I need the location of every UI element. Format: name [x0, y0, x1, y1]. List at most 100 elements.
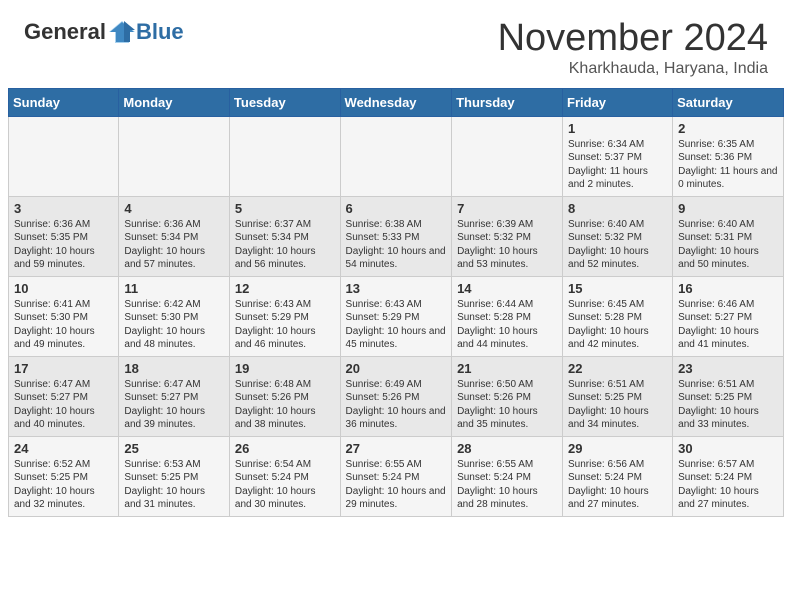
day-number: 13 — [346, 281, 447, 296]
day-cell: 17 Sunrise: 6:47 AM Sunset: 5:27 PM Dayli… — [9, 356, 119, 436]
header: General Blue November 2024 Kharkhauda, H… — [0, 0, 792, 88]
day-info: Sunrise: 6:50 AM Sunset: 5:26 PM Dayligh… — [457, 378, 557, 432]
day-cell: 27Sunrise: 6:55 AM Sunset: 5:24 PM Dayli… — [340, 436, 452, 516]
day-info: Sunrise: 6:44 AM Sunset: 5:28 PM Dayligh… — [457, 298, 557, 352]
day-info: Sunrise: 6:47 AM Sunset: 5:27 PM Dayligh… — [124, 378, 224, 432]
location-title: Kharkhauda, Haryana, India — [498, 60, 768, 78]
day-info: Sunrise: 6:51 AM Sunset: 5:25 PM Dayligh… — [678, 378, 778, 432]
day-info: Sunrise: 6:43 AM Sunset: 5:29 PM Dayligh… — [235, 298, 335, 352]
day-cell: 19 Sunrise: 6:48 AM Sunset: 5:26 PM Dayli… — [229, 356, 340, 436]
day-number: 19 — [235, 361, 335, 376]
day-number: 25 — [124, 441, 224, 456]
day-cell: 24 Sunrise: 6:52 AM Sunset: 5:25 PM Dayli… — [9, 436, 119, 516]
day-cell: 14 Sunrise: 6:44 AM Sunset: 5:28 PM Dayli… — [452, 276, 563, 356]
day-number: 10 — [14, 281, 113, 296]
col-header-monday: Monday — [119, 88, 230, 116]
day-info: Sunrise: 6:49 AM Sunset: 5:26 PM Dayligh… — [346, 378, 447, 432]
col-header-thursday: Thursday — [452, 88, 563, 116]
day-number: 7 — [457, 201, 557, 216]
day-number: 4 — [124, 201, 224, 216]
day-info: Sunrise: 6:53 AM Sunset: 5:25 PM Dayligh… — [124, 458, 224, 512]
calendar-table: SundayMondayTuesdayWednesdayThursdayFrid… — [8, 88, 784, 517]
day-info: Sunrise: 6:37 AM Sunset: 5:34 PM Dayligh… — [235, 218, 335, 272]
day-info: Sunrise: 6:41 AM Sunset: 5:30 PM Dayligh… — [14, 298, 113, 352]
day-number: 18 — [124, 361, 224, 376]
day-cell: 23 Sunrise: 6:51 AM Sunset: 5:25 PM Dayli… — [673, 356, 784, 436]
day-cell: 12 Sunrise: 6:43 AM Sunset: 5:29 PM Dayli… — [229, 276, 340, 356]
logo-blue: Blue — [136, 19, 184, 45]
day-cell: 21 Sunrise: 6:50 AM Sunset: 5:26 PM Dayli… — [452, 356, 563, 436]
day-info: Sunrise: 6:47 AM Sunset: 5:27 PM Dayligh… — [14, 378, 113, 432]
day-info: Sunrise: 6:56 AM Sunset: 5:24 PM Dayligh… — [568, 458, 667, 512]
week-row-4: 17 Sunrise: 6:47 AM Sunset: 5:27 PM Dayli… — [9, 356, 784, 436]
page: General Blue November 2024 Kharkhauda, H… — [0, 0, 792, 612]
title-block: November 2024 Kharkhauda, Haryana, India — [498, 18, 768, 78]
col-header-wednesday: Wednesday — [340, 88, 452, 116]
day-info: Sunrise: 6:54 AM Sunset: 5:24 PM Dayligh… — [235, 458, 335, 512]
day-number: 5 — [235, 201, 335, 216]
day-cell: 26 Sunrise: 6:54 AM Sunset: 5:24 PM Dayli… — [229, 436, 340, 516]
day-info: Sunrise: 6:57 AM Sunset: 5:24 PM Dayligh… — [678, 458, 778, 512]
day-info: Sunrise: 6:39 AM Sunset: 5:32 PM Dayligh… — [457, 218, 557, 272]
day-number: 9 — [678, 201, 778, 216]
day-cell: 29 Sunrise: 6:56 AM Sunset: 5:24 PM Dayli… — [563, 436, 673, 516]
day-number: 23 — [678, 361, 778, 376]
day-number: 29 — [568, 441, 667, 456]
day-cell — [340, 116, 452, 196]
day-cell: 20 Sunrise: 6:49 AM Sunset: 5:26 PM Dayli… — [340, 356, 452, 436]
logo: General Blue — [24, 18, 184, 46]
day-cell: 9Sunrise: 6:40 AM Sunset: 5:31 PM Daylig… — [673, 196, 784, 276]
day-info: Sunrise: 6:42 AM Sunset: 5:30 PM Dayligh… — [124, 298, 224, 352]
day-cell: 28Sunrise: 6:55 AM Sunset: 5:24 PM Dayli… — [452, 436, 563, 516]
week-row-1: 1 Sunrise: 6:34 AM Sunset: 5:37 PM Daylig… — [9, 116, 784, 196]
day-info: Sunrise: 6:40 AM Sunset: 5:32 PM Dayligh… — [568, 218, 667, 272]
day-cell: 11 Sunrise: 6:42 AM Sunset: 5:30 PM Dayli… — [119, 276, 230, 356]
day-cell: 15Sunrise: 6:45 AM Sunset: 5:28 PM Dayli… — [563, 276, 673, 356]
week-row-2: 3Sunrise: 6:36 AM Sunset: 5:35 PM Daylig… — [9, 196, 784, 276]
day-info: Sunrise: 6:48 AM Sunset: 5:26 PM Dayligh… — [235, 378, 335, 432]
day-number: 1 — [568, 121, 667, 136]
logo-icon — [108, 18, 136, 46]
day-info: Sunrise: 6:43 AM Sunset: 5:29 PM Dayligh… — [346, 298, 447, 352]
logo-general: General — [24, 19, 106, 45]
calendar-wrapper: SundayMondayTuesdayWednesdayThursdayFrid… — [0, 88, 792, 525]
day-info: Sunrise: 6:52 AM Sunset: 5:25 PM Dayligh… — [14, 458, 113, 512]
day-info: Sunrise: 6:55 AM Sunset: 5:24 PM Dayligh… — [457, 458, 557, 512]
day-info: Sunrise: 6:38 AM Sunset: 5:33 PM Dayligh… — [346, 218, 447, 272]
day-number: 2 — [678, 121, 778, 136]
day-number: 8 — [568, 201, 667, 216]
day-number: 12 — [235, 281, 335, 296]
day-number: 6 — [346, 201, 447, 216]
day-number: 20 — [346, 361, 447, 376]
day-cell: 1 Sunrise: 6:34 AM Sunset: 5:37 PM Daylig… — [563, 116, 673, 196]
day-number: 11 — [124, 281, 224, 296]
day-cell: 13 Sunrise: 6:43 AM Sunset: 5:29 PM Dayli… — [340, 276, 452, 356]
week-row-3: 10 Sunrise: 6:41 AM Sunset: 5:30 PM Dayli… — [9, 276, 784, 356]
col-header-tuesday: Tuesday — [229, 88, 340, 116]
day-number: 26 — [235, 441, 335, 456]
month-title: November 2024 — [498, 18, 768, 60]
day-number: 14 — [457, 281, 557, 296]
calendar-header-row: SundayMondayTuesdayWednesdayThursdayFrid… — [9, 88, 784, 116]
day-cell: 18 Sunrise: 6:47 AM Sunset: 5:27 PM Dayli… — [119, 356, 230, 436]
day-info: Sunrise: 6:34 AM Sunset: 5:37 PM Dayligh… — [568, 138, 667, 192]
day-number: 21 — [457, 361, 557, 376]
day-number: 24 — [14, 441, 113, 456]
col-header-friday: Friday — [563, 88, 673, 116]
day-cell: 5 Sunrise: 6:37 AM Sunset: 5:34 PM Daylig… — [229, 196, 340, 276]
day-cell: 4Sunrise: 6:36 AM Sunset: 5:34 PM Daylig… — [119, 196, 230, 276]
day-cell — [229, 116, 340, 196]
day-info: Sunrise: 6:45 AM Sunset: 5:28 PM Dayligh… — [568, 298, 667, 352]
day-number: 16 — [678, 281, 778, 296]
day-info: Sunrise: 6:51 AM Sunset: 5:25 PM Dayligh… — [568, 378, 667, 432]
day-cell: 10 Sunrise: 6:41 AM Sunset: 5:30 PM Dayli… — [9, 276, 119, 356]
week-row-5: 24 Sunrise: 6:52 AM Sunset: 5:25 PM Dayli… — [9, 436, 784, 516]
day-cell — [9, 116, 119, 196]
calendar-body: 1 Sunrise: 6:34 AM Sunset: 5:37 PM Daylig… — [9, 116, 784, 516]
day-cell: 22Sunrise: 6:51 AM Sunset: 5:25 PM Dayli… — [563, 356, 673, 436]
col-header-saturday: Saturday — [673, 88, 784, 116]
day-number: 17 — [14, 361, 113, 376]
day-cell — [119, 116, 230, 196]
day-cell: 3Sunrise: 6:36 AM Sunset: 5:35 PM Daylig… — [9, 196, 119, 276]
logo-text: General Blue — [24, 18, 184, 46]
